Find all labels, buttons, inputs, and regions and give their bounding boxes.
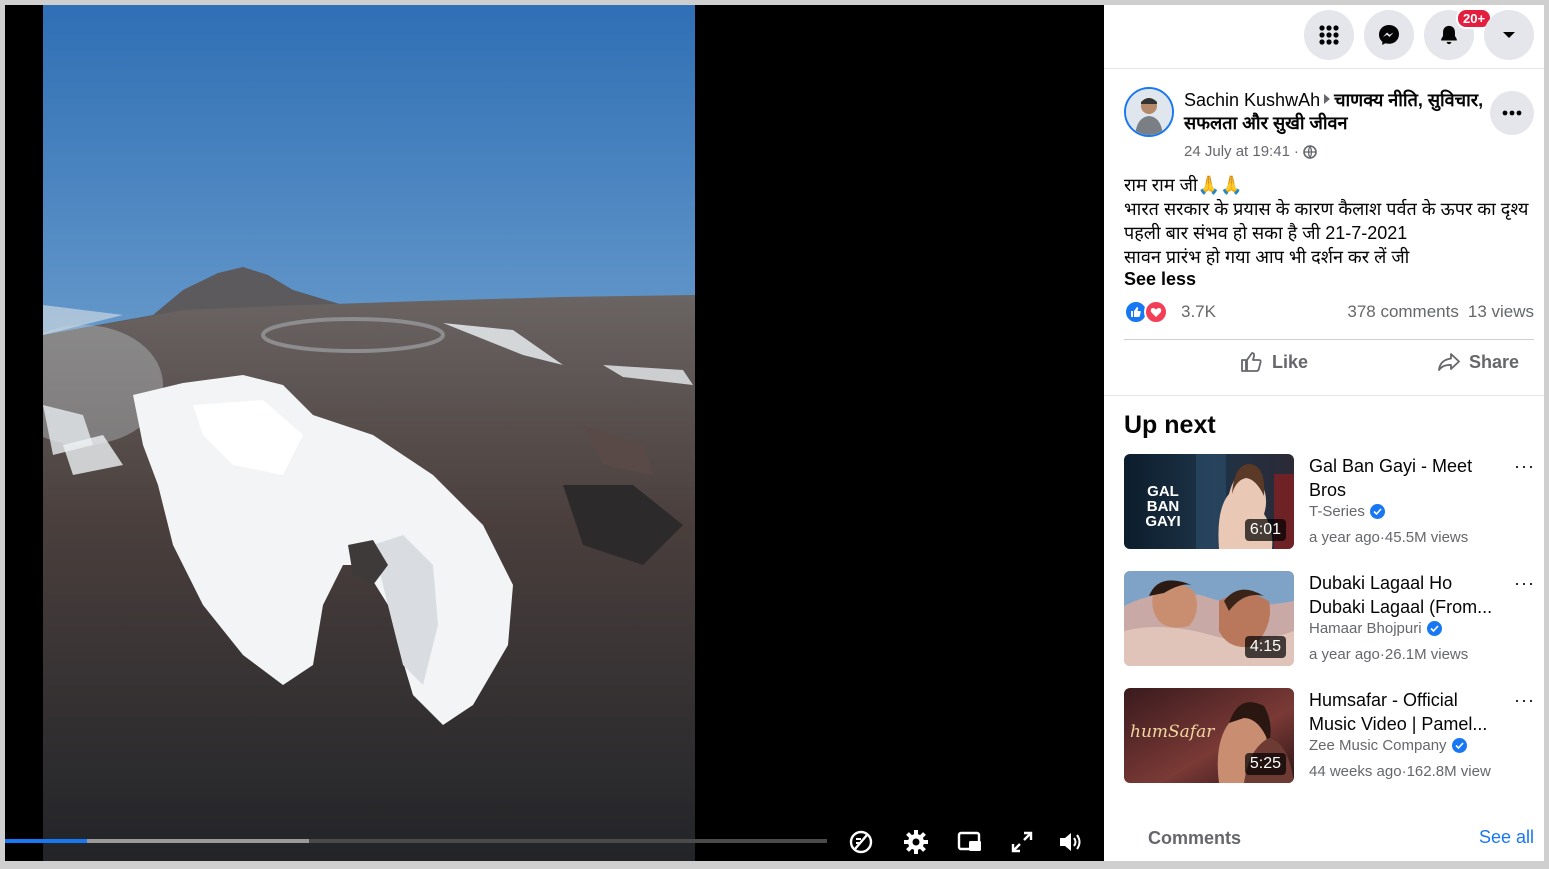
views-count: 13 views: [1467, 302, 1534, 321]
group-arrow-icon: [1324, 94, 1331, 104]
post-text-line: राम राम जी🙏🙏: [1124, 175, 1243, 195]
caret-down-icon: [1503, 32, 1515, 38]
side-panel: 20+ Sachin KushwAh चाणक्य नीति, सुविचार, …: [1104, 5, 1544, 861]
see-all-link[interactable]: See all: [1479, 827, 1534, 848]
video-duration: 6:01: [1244, 519, 1286, 541]
progress-played: [5, 839, 88, 843]
post-author-block: Sachin KushwAh चाणक्य नीति, सुविचार, सफलत…: [1184, 89, 1484, 135]
channel-name-text: Hamaar Bhojpuri: [1309, 620, 1422, 637]
globe-icon: [1303, 144, 1317, 159]
video-options-button[interactable]: ···: [1514, 573, 1535, 594]
up-next-item[interactable]: 4:15 Dubaki Lagaal Ho Dubaki Lagaal (Fro…: [1124, 571, 1534, 667]
post-timestamp[interactable]: 24 July at 19:41: [1184, 143, 1290, 160]
reaction-icons[interactable]: [1124, 300, 1168, 324]
messenger-button[interactable]: [1364, 10, 1414, 60]
section-divider: [1104, 395, 1544, 396]
video-still-kailash-aerial: [43, 5, 695, 861]
messenger-icon: [1379, 25, 1399, 45]
up-next-heading: Up next: [1124, 411, 1216, 439]
progress-bar[interactable]: [5, 839, 827, 843]
share-label: Share: [1469, 351, 1520, 372]
bell-icon: [1441, 25, 1457, 45]
video-duration: 4:15: [1244, 636, 1286, 658]
notifications-button[interactable]: 20+: [1424, 8, 1493, 60]
thumbnail-caption: humSafar: [1130, 722, 1215, 742]
video-views: 26.1M views: [1384, 646, 1469, 663]
channel-name[interactable]: T-Series: [1309, 503, 1385, 520]
video-frame[interactable]: [43, 5, 695, 861]
video-views: 45.5M views: [1384, 529, 1469, 546]
channel-name-text: T-Series: [1309, 503, 1365, 520]
comments-label: Comments: [1148, 828, 1242, 848]
picture-in-picture-icon[interactable]: [953, 825, 987, 859]
fullscreen-icon[interactable]: [1005, 825, 1039, 859]
love-reaction-icon: [1144, 300, 1168, 324]
gear-icon[interactable]: [899, 825, 933, 859]
video-thumbnail[interactable]: 4:15: [1124, 571, 1294, 666]
thumbs-up-icon: [1241, 352, 1262, 372]
meta-separator: ·: [1293, 143, 1299, 160]
top-bar: 20+: [1104, 5, 1544, 69]
post-text-line: भारत सरकार के प्रयास के कारण कैलाश पर्वत…: [1124, 199, 1529, 243]
video-meta: a year ago·26.1M views: [1309, 646, 1468, 663]
post-text-line: सावन प्रारंभ हो गया आप भी दर्शन कर लें ज…: [1124, 247, 1410, 267]
reaction-count[interactable]: 3.7K: [1181, 302, 1216, 322]
menu-grid-icon: [1319, 25, 1339, 45]
reactions-bar: 3.7K 378 comments 13 views: [1124, 300, 1534, 326]
author-name[interactable]: Sachin KushwAh: [1184, 90, 1320, 110]
video-meta: a year ago·45.5M views: [1309, 529, 1468, 546]
video-age: 44 weeks ago: [1309, 763, 1402, 780]
channel-name[interactable]: Hamaar Bhojpuri: [1309, 620, 1442, 637]
video-options-button[interactable]: ···: [1514, 456, 1535, 477]
volume-icon[interactable]: [1053, 825, 1087, 859]
menu-grid-button[interactable]: [1304, 10, 1354, 60]
video-duration: 5:25: [1244, 753, 1286, 775]
avatar[interactable]: [1124, 87, 1174, 137]
share-button[interactable]: Share: [1437, 351, 1519, 373]
account-menu-button[interactable]: [1484, 10, 1534, 60]
verified-badge-icon: [1451, 738, 1467, 753]
video-thumbnail[interactable]: humSafar 5:25: [1124, 688, 1294, 783]
video-views: 162.8M view: [1406, 763, 1491, 780]
video-player[interactable]: [5, 5, 1104, 861]
post-meta: 24 July at 19:41 ·: [1184, 143, 1317, 160]
thumbnail-caption: GAL BAN GAYI: [1145, 483, 1181, 530]
see-less-link[interactable]: See less: [1124, 269, 1196, 290]
post-options-button[interactable]: [1490, 91, 1534, 135]
video-title[interactable]: Humsafar - Official Music Video | Pamel.…: [1309, 688, 1509, 736]
comments-count[interactable]: 378 comments: [1347, 302, 1459, 322]
video-options-button[interactable]: ···: [1514, 690, 1535, 711]
video-title[interactable]: Gal Ban Gayi - Meet Bros: [1309, 454, 1509, 502]
post-text: राम राम जी🙏🙏 भारत सरकार के प्रयास के कार…: [1124, 173, 1529, 269]
channel-name-text: Zee Music Company: [1309, 737, 1447, 754]
up-next-item[interactable]: humSafar 5:25 Humsafar - Official Music …: [1124, 688, 1534, 784]
up-next-item[interactable]: GAL BAN GAYI 6:01 Gal Ban Gayi - Meet Br…: [1124, 454, 1534, 550]
verified-badge-icon: [1369, 504, 1385, 519]
like-button[interactable]: Like: [1240, 351, 1308, 373]
verified-badge-icon: [1426, 621, 1442, 636]
captions-off-icon[interactable]: [844, 825, 878, 859]
share-icon: [1438, 353, 1460, 371]
video-age: a year ago: [1309, 646, 1380, 663]
app-frame: 20+ Sachin KushwAh चाणक्य नीति, सुविचार, …: [0, 0, 1549, 869]
channel-name[interactable]: Zee Music Company: [1309, 737, 1467, 754]
video-title[interactable]: Dubaki Lagaal Ho Dubaki Lagaal (From...: [1309, 571, 1509, 619]
divider: [1124, 339, 1534, 340]
engagement-stats: 378 comments 13 views: [1347, 302, 1534, 322]
video-thumbnail[interactable]: GAL BAN GAYI 6:01: [1124, 454, 1294, 549]
comments-row: Comments See all: [1104, 817, 1544, 861]
video-meta: 44 weeks ago·162.8M view: [1309, 763, 1491, 780]
video-age: a year ago: [1309, 529, 1380, 546]
like-label: Like: [1272, 351, 1309, 372]
more-dots-icon: [1502, 110, 1522, 116]
